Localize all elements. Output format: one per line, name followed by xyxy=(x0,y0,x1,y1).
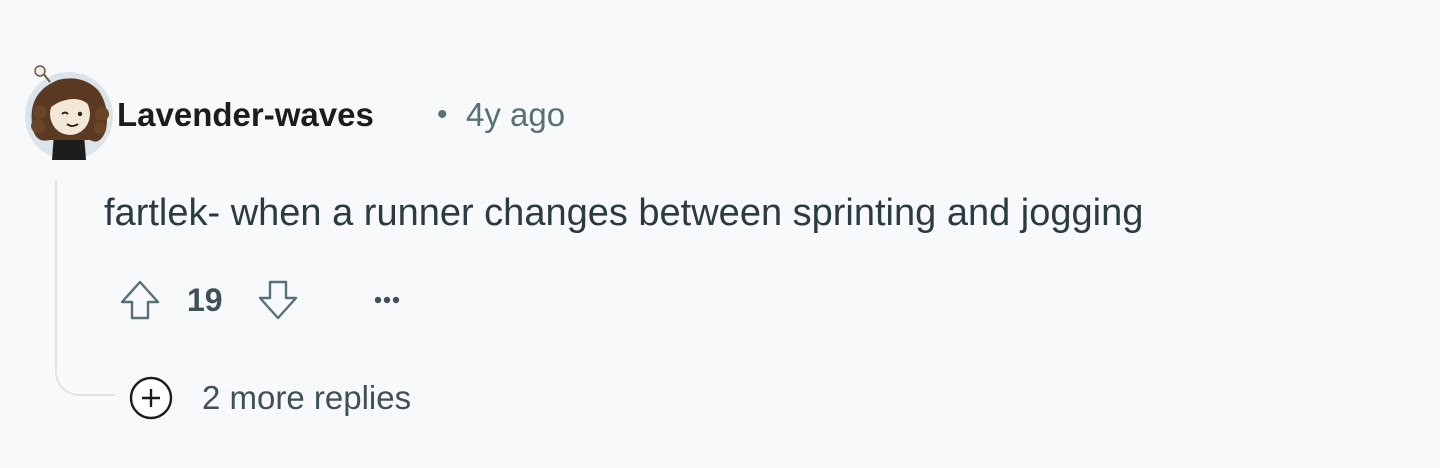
comment-body: fartlek- when a runner changes between s… xyxy=(104,192,1144,234)
plus-circle-icon[interactable] xyxy=(127,374,175,422)
comment-timestamp[interactable]: 4y ago xyxy=(466,93,565,137)
vote-score: 19 xyxy=(187,282,223,318)
downvote-arrow-icon[interactable] xyxy=(252,274,304,326)
more-replies-link[interactable]: 2 more replies xyxy=(202,376,411,420)
meta-separator: • xyxy=(437,98,448,131)
upvote-arrow-icon[interactable] xyxy=(114,274,166,326)
avatar[interactable] xyxy=(20,64,118,162)
ellipsis-icon[interactable] xyxy=(364,280,410,320)
comment-author[interactable]: Lavender-waves xyxy=(117,93,374,137)
avatar-image xyxy=(25,65,113,160)
comment: Lavender-waves • 4y ago fartlek- when a … xyxy=(0,0,1440,468)
